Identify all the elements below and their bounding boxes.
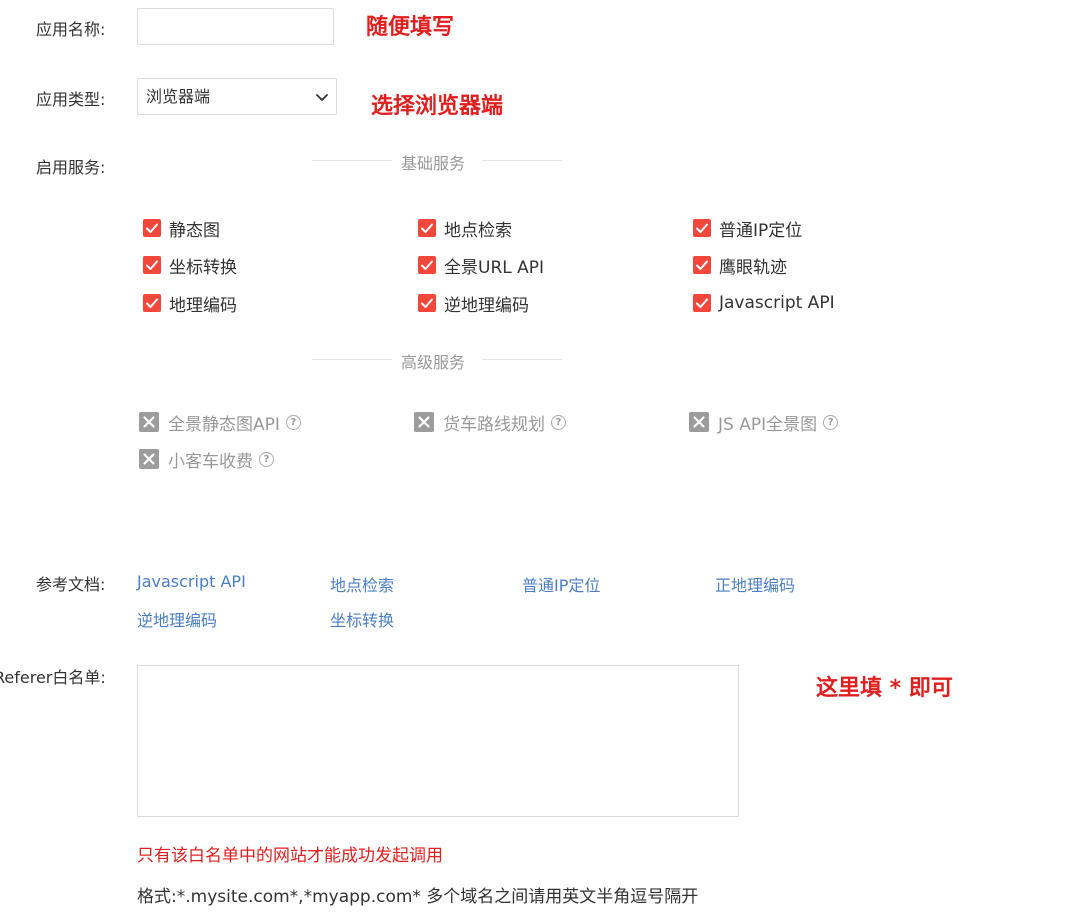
checkbox-geocoding[interactable]: 地理编码 bbox=[143, 292, 237, 316]
checkbox-panorama-url-api[interactable]: 全景URL API bbox=[418, 254, 545, 278]
referer-format: 格式:*.mysite.com*,*myapp.com* 多个域名之间请用英文半… bbox=[137, 887, 699, 907]
referer-whitelist-textarea[interactable] bbox=[137, 665, 739, 817]
divider-line bbox=[312, 160, 392, 161]
checkbox-checked-icon bbox=[418, 256, 436, 274]
checkbox-js-api-panorama: JS API全景图 ? bbox=[689, 411, 839, 435]
checkbox-label: 小客车收费 bbox=[168, 451, 253, 472]
chevron-down-icon bbox=[316, 94, 328, 101]
referer-label: Referer白名单: bbox=[0, 668, 106, 687]
checkbox-coord-convert[interactable]: 坐标转换 bbox=[143, 254, 237, 278]
checkbox-checked-icon bbox=[143, 294, 161, 312]
checkbox-place-search[interactable]: 地点检索 bbox=[418, 217, 512, 241]
help-icon[interactable]: ? bbox=[551, 414, 566, 430]
checkbox-checked-icon bbox=[693, 219, 711, 237]
checkbox-label: Javascript API bbox=[719, 293, 835, 313]
checkbox-ip-location[interactable]: 普通IP定位 bbox=[693, 217, 803, 241]
doc-link-reverse-geocoding[interactable]: 逆地理编码 bbox=[137, 607, 217, 631]
app-name-input[interactable] bbox=[137, 8, 334, 45]
checkbox-label: 坐标转换 bbox=[169, 257, 237, 278]
docs-label: 参考文档: bbox=[36, 575, 106, 594]
doc-link-coord-convert[interactable]: 坐标转换 bbox=[330, 607, 394, 631]
checkbox-checked-icon bbox=[143, 256, 161, 274]
checkbox-label: 全景静态图API bbox=[168, 414, 280, 435]
checkbox-label: 全景URL API bbox=[444, 257, 545, 278]
checkbox-label: 静态图 bbox=[169, 220, 220, 241]
help-icon[interactable]: ? bbox=[285, 414, 301, 430]
checkbox-label: 地点检索 bbox=[444, 220, 512, 241]
disabled-x-icon bbox=[689, 412, 709, 432]
checkbox-static-map[interactable]: 静态图 bbox=[143, 217, 220, 241]
advanced-services-title: 高级服务 bbox=[401, 353, 466, 372]
annotation-type-hint: 选择浏览器端 bbox=[371, 94, 504, 119]
checkbox-checked-icon bbox=[418, 219, 436, 237]
app-type-selected: 浏览器端 bbox=[146, 87, 211, 106]
checkbox-label: 货车路线规划 bbox=[443, 414, 545, 435]
checkbox-checked-icon bbox=[143, 219, 161, 237]
doc-link-forward-geocoding[interactable]: 正地理编码 bbox=[715, 572, 795, 596]
basic-services-title: 基础服务 bbox=[401, 154, 466, 173]
checkbox-label: JS API全景图 bbox=[718, 414, 818, 435]
checkbox-car-toll: 小客车收费 ? bbox=[139, 448, 274, 472]
doc-link-javascript-api[interactable]: Javascript API bbox=[137, 572, 246, 591]
checkbox-checked-icon bbox=[418, 294, 436, 312]
checkbox-checked-icon bbox=[693, 256, 711, 274]
help-icon[interactable]: ? bbox=[823, 414, 839, 430]
disabled-x-icon bbox=[414, 412, 434, 432]
divider-line bbox=[482, 160, 562, 161]
checkbox-label: 普通IP定位 bbox=[719, 220, 803, 241]
referer-note: 只有该白名单中的网站才能成功发起调用 bbox=[137, 846, 443, 866]
checkbox-label: 鹰眼轨迹 bbox=[719, 257, 787, 278]
checkbox-panorama-static-api: 全景静态图API ? bbox=[139, 411, 301, 435]
help-icon[interactable]: ? bbox=[259, 451, 274, 467]
checkbox-truck-route: 货车路线规划 ? bbox=[414, 411, 566, 435]
doc-link-place-search[interactable]: 地点检索 bbox=[330, 572, 394, 596]
services-label: 启用服务: bbox=[36, 158, 106, 177]
checkbox-reverse-geocoding[interactable]: 逆地理编码 bbox=[418, 292, 529, 316]
app-name-label: 应用名称: bbox=[36, 20, 106, 39]
checkbox-label: 逆地理编码 bbox=[444, 295, 529, 316]
checkbox-javascript-api[interactable]: Javascript API bbox=[693, 292, 835, 314]
app-type-label: 应用类型: bbox=[36, 90, 106, 109]
checkbox-eagle-eye-track[interactable]: 鹰眼轨迹 bbox=[693, 254, 787, 278]
disabled-x-icon bbox=[139, 412, 159, 432]
checkbox-label: 地理编码 bbox=[169, 295, 237, 316]
doc-link-ip-location[interactable]: 普通IP定位 bbox=[522, 572, 600, 596]
disabled-x-icon bbox=[139, 449, 159, 469]
annotation-name-hint: 随便填写 bbox=[366, 15, 455, 40]
divider-line bbox=[312, 359, 392, 360]
divider-line bbox=[482, 359, 562, 360]
app-type-select[interactable]: 浏览器端 bbox=[137, 78, 337, 115]
checkbox-checked-icon bbox=[693, 294, 711, 312]
annotation-referer-hint: 这里填 * 即可 bbox=[816, 676, 953, 701]
